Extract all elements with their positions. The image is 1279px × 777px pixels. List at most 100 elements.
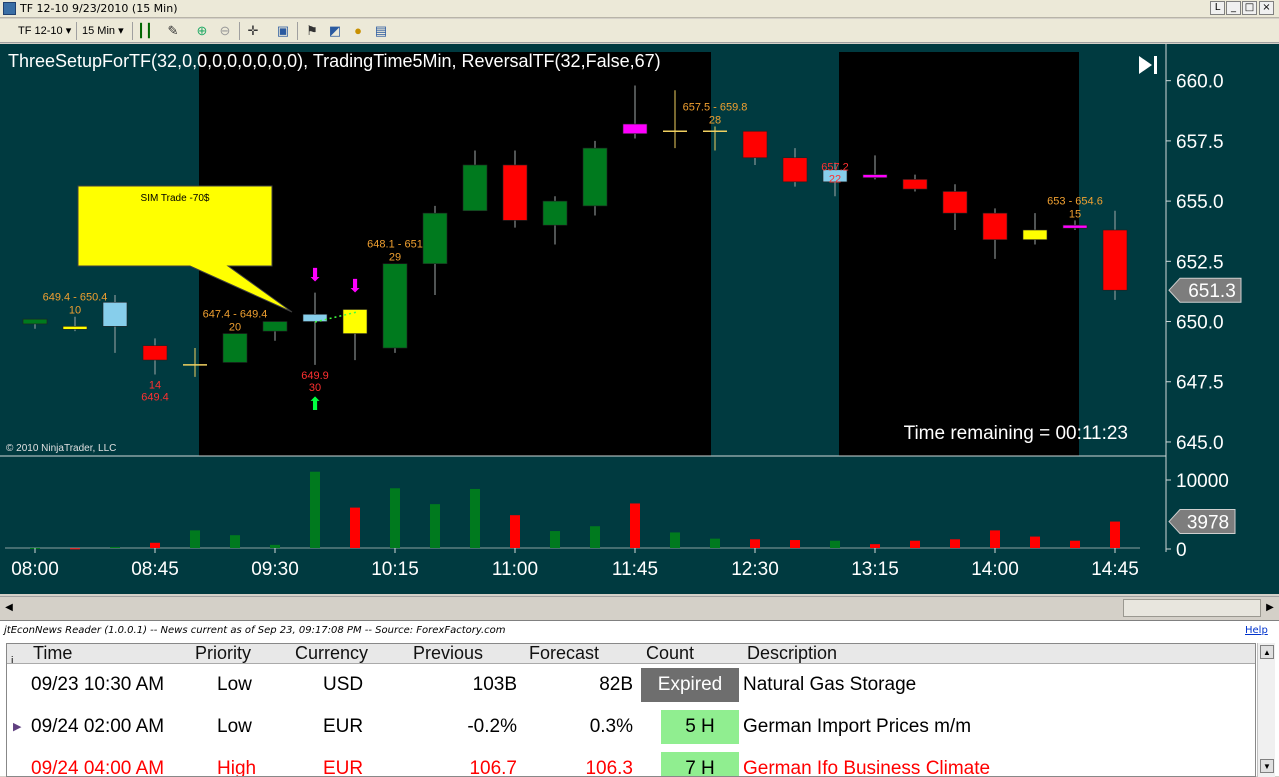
x-tick-label: 14:00	[971, 559, 1019, 580]
candle-body	[222, 333, 248, 363]
news-cell-priority: High	[217, 758, 257, 777]
money-icon[interactable]: ●	[349, 22, 367, 40]
scroll-down-icon[interactable]: ▼	[1260, 759, 1274, 773]
scroll-left-icon[interactable]: ◀	[2, 600, 16, 616]
volume-bar	[70, 548, 80, 550]
scroll-to-end-bar	[1154, 56, 1157, 74]
volume-bar	[790, 540, 800, 548]
news-cell-description: German Ifo Business Climate	[743, 758, 991, 777]
volume-bar	[230, 535, 240, 548]
chevron-down-icon: ▾	[65, 25, 72, 37]
close-button[interactable]: ×	[1259, 1, 1274, 15]
volume-bar	[470, 488, 480, 548]
app-icon	[3, 2, 16, 15]
news-row[interactable]: 09/23 10:30 AM Low USD 103B 82B Natural Gas S…	[7, 664, 1255, 706]
data-box-icon[interactable]: ▤	[372, 22, 390, 40]
annotation-label: 15	[1069, 208, 1081, 220]
scroll-up-icon[interactable]: ▲	[1260, 645, 1274, 659]
y-tick-label: 660.0	[1176, 72, 1224, 93]
instrument-select[interactable]: TF 12-10 ▾	[14, 22, 76, 40]
chart-toolbar: TF 12-10 ▾ 15 Min ▾ ┃┃ ✎ ⊕ ⊖ ✛ ▣ ⚑ ◩ ● ▤	[0, 19, 1279, 43]
crosshair-icon[interactable]: ✛	[244, 22, 262, 40]
volume-bar	[510, 515, 520, 548]
candle-body	[582, 147, 608, 207]
news-row[interactable]: 09/24 04:00 AM High EUR 106.7 106.3 German If…	[7, 748, 1255, 777]
y-tick-label: 645.0	[1176, 433, 1224, 454]
sim-trade-callout	[77, 185, 293, 313]
scroll-thumb[interactable]	[1123, 599, 1261, 617]
x-tick-label: 11:45	[612, 559, 658, 580]
news-cell-description: German Import Prices m/m	[743, 716, 972, 737]
news-table: i Time Priority Currency Previous Foreca…	[6, 643, 1256, 777]
news-cell-previous: 103B	[472, 674, 517, 695]
x-tick-label: 12:30	[731, 559, 779, 580]
annotation-label: 648.1 - 651	[367, 239, 423, 251]
session-block	[839, 52, 1079, 456]
candle-body	[1022, 229, 1048, 240]
time-remaining-label: Time remaining = 00:11:23	[904, 423, 1128, 444]
link-button[interactable]: L	[1210, 1, 1225, 15]
toolbar-separator	[76, 22, 77, 40]
maximize-button[interactable]: □	[1242, 1, 1257, 15]
volume-bar	[270, 544, 280, 548]
col-previous[interactable]: Previous	[413, 644, 483, 663]
x-tick-label: 09:30	[251, 559, 299, 580]
annotation-label: 657.2	[821, 162, 849, 174]
volume-bar	[910, 540, 920, 548]
col-description[interactable]: Description	[747, 644, 837, 663]
col-count[interactable]: Count	[646, 644, 694, 663]
news-cell-forecast: 82B	[599, 674, 633, 695]
candle-body	[302, 314, 328, 322]
price-chart-svg[interactable]: 649.4 - 650.410 14649.4 647.4 - 649.420 649…	[0, 44, 1279, 594]
sell-arrow-icon: ⬇	[347, 276, 362, 297]
price-chart[interactable]: 649.4 - 650.4 10 14 649.4 647.4 - 649.4 20 649…	[0, 44, 1279, 594]
candle-body	[422, 212, 448, 265]
indicator-icon[interactable]: ◩	[326, 22, 344, 40]
toolbar-separator	[132, 22, 133, 40]
y-tick-label: 657.5	[1176, 132, 1224, 153]
candle-body	[62, 326, 88, 330]
candle-body	[982, 212, 1008, 240]
vertical-scrollbar[interactable]: ▲ ▼	[1257, 643, 1275, 777]
scroll-right-icon[interactable]: ▶	[1263, 600, 1277, 616]
candle-body	[782, 157, 808, 183]
minimize-button[interactable]: _	[1226, 1, 1241, 15]
interval-select[interactable]: 15 Min ▾	[78, 22, 132, 40]
zoom-out-icon[interactable]: ⊖	[216, 22, 234, 40]
bar-type-icon[interactable]: ┃┃	[136, 22, 154, 40]
zoom-in-icon[interactable]: ⊕	[193, 22, 211, 40]
col-forecast[interactable]: Forecast	[529, 644, 599, 663]
draw-icon[interactable]: ✎	[164, 22, 182, 40]
news-cell-priority: Low	[217, 716, 252, 737]
volume-bar	[190, 530, 200, 548]
session-block	[199, 52, 711, 456]
annotation-label: 653 - 654.6	[1047, 195, 1103, 207]
volume-bar	[670, 532, 680, 548]
x-tick-label: 10:15	[371, 559, 419, 580]
annotation-label: 28	[709, 114, 721, 126]
horizontal-scrollbar[interactable]: ◀ ▶	[0, 596, 1279, 618]
col-info[interactable]: i	[11, 648, 13, 663]
col-currency[interactable]: Currency	[295, 644, 368, 663]
volume-bar	[1070, 540, 1080, 548]
news-row[interactable]: ▶ 09/24 02:00 AM Low EUR -0.2% 0.3% German Imp…	[7, 706, 1255, 748]
col-priority[interactable]: Priority	[195, 644, 251, 663]
scroll-to-end-icon	[1139, 56, 1152, 74]
volume-bar	[110, 546, 120, 548]
news-cell-time: 09/23 10:30 AM	[31, 674, 165, 695]
strategy-icon[interactable]: ⚑	[303, 22, 321, 40]
col-time[interactable]: Time	[33, 644, 72, 663]
x-tick-label: 11:00	[492, 559, 538, 580]
news-cell-time: 09/24 04:00 AM	[31, 758, 165, 777]
annotation-label: 647.4 - 649.4	[203, 309, 268, 321]
candle-body	[142, 345, 168, 361]
row-selector-icon: ▶	[13, 721, 22, 733]
buy-arrow-icon: ⬆	[307, 394, 322, 415]
volume-tick-label: 10000	[1176, 471, 1229, 492]
title-bar[interactable]: TF 12-10 9/23/2010 (15 Min) L _ □ ×	[0, 0, 1279, 18]
volume-bar	[870, 544, 880, 548]
news-caption: jtEconNews Reader (1.0.0.1) -- News curr…	[4, 625, 506, 636]
volume-bar	[1030, 536, 1040, 548]
properties-icon[interactable]: ▣	[274, 22, 292, 40]
help-link[interactable]: Help	[1245, 625, 1268, 636]
